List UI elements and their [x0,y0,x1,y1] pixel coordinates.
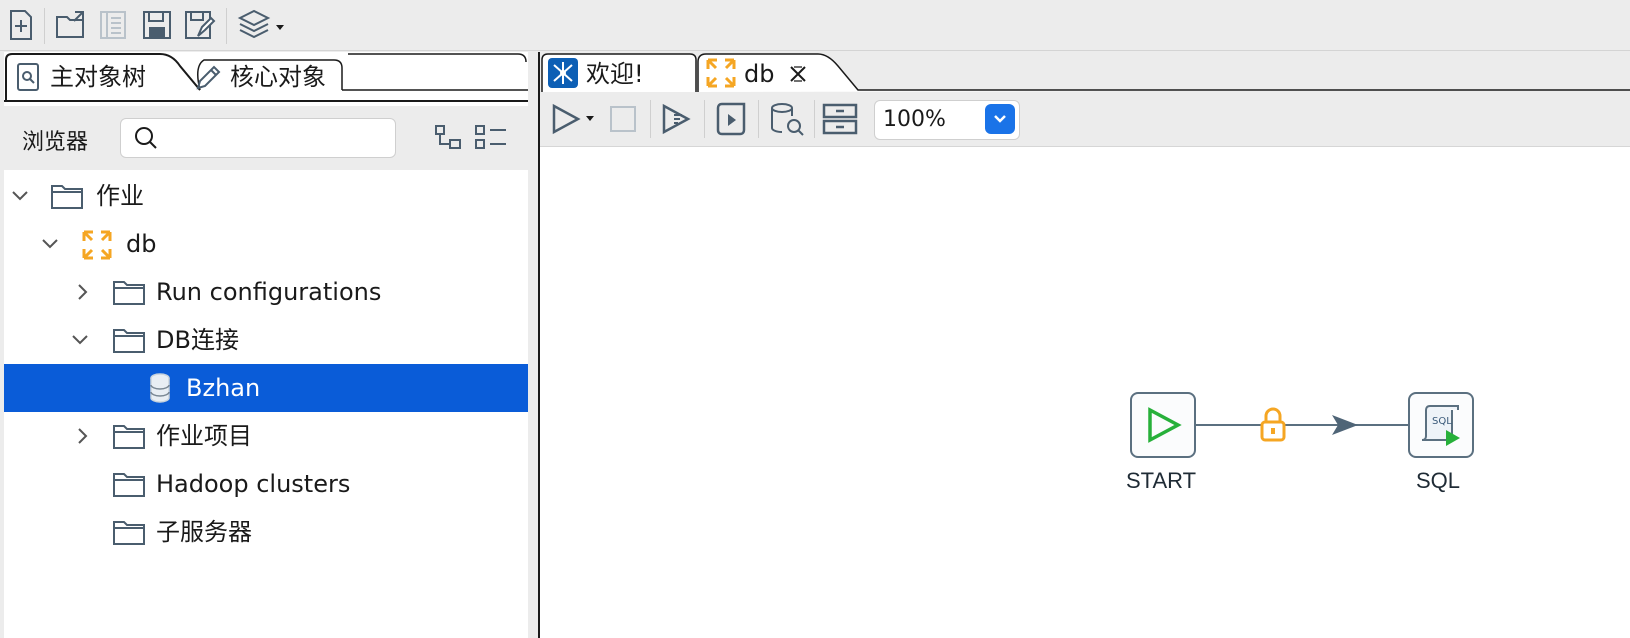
sql-node-label: SQL [1416,468,1461,493]
svg-text:SQL: SQL [1432,416,1452,427]
tab-main-tree-label: 主对象树 [50,63,146,91]
job-icon [82,230,112,260]
zoom-dropdown-button[interactable] [985,104,1015,134]
search-field[interactable] [120,118,396,158]
tree-item-label: 作业 [96,182,144,210]
toolbar-separator [44,8,45,44]
tree-item-label: 子服务器 [156,518,252,546]
open-folder-icon[interactable] [54,8,88,42]
tab-db-label: db [744,60,775,88]
tree-item-run-configurations[interactable]: Run configurations [4,268,528,316]
toolbar-separator [814,100,815,138]
sql-node[interactable]: SQL [1408,392,1474,458]
tree-item-slave-servers[interactable]: 子服务器 [4,508,528,556]
layout-grid-icon[interactable] [822,102,858,136]
layers-icon[interactable] [236,8,288,42]
chevron-right-icon[interactable] [72,282,92,302]
editor-tab-bar: 欢迎! db [540,52,1630,92]
pencil-icon [196,65,221,90]
new-file-icon[interactable] [4,8,38,42]
editor-panel: 欢迎! db 100% START SQL SQL [538,52,1630,638]
script-icon[interactable] [714,100,750,138]
start-node[interactable] [1130,392,1196,458]
tree-item-job-entries[interactable]: 作业项目 [4,412,528,460]
start-play-icon [1148,407,1182,443]
tab-db[interactable]: db [702,56,832,90]
job-icon [706,58,736,88]
toolbar-separator [650,100,651,138]
browser-label: 浏览器 [22,130,89,155]
tree-item-label: Bzhan [186,374,261,402]
tree-item-db[interactable]: db [4,220,528,268]
collapse-all-icon[interactable] [474,124,508,152]
tree-item-db-connections[interactable]: DB连接 [4,316,528,364]
chevron-down-icon[interactable] [10,186,30,206]
tree-item-jobs[interactable]: 作业 [4,172,528,220]
database-icon [150,373,170,403]
folder-icon [113,521,145,545]
start-node-label: START [1126,468,1197,493]
chevron-right-icon[interactable] [72,426,92,446]
preview-run-icon[interactable] [660,102,696,136]
main-toolbar [0,0,1630,51]
folder-icon [113,425,145,449]
search-input[interactable] [165,123,391,153]
welcome-icon [548,58,578,88]
chevron-down-icon[interactable] [40,234,60,254]
left-tab-bar: 主对象树 核心对象 [4,52,528,102]
lock-icon [1260,407,1286,442]
tab-welcome-label: 欢迎! [586,60,644,88]
tree-item-label: Run configurations [156,278,382,306]
object-tree-panel: 主对象树 核心对象 浏览器 作业 db Run configurations D… [4,52,528,638]
tree-item-label: Hadoop clusters [156,470,351,498]
save-icon[interactable] [140,8,174,42]
chevron-down-icon [994,115,1006,123]
tab-core-objects[interactable]: 核心对象 [192,60,342,94]
folder-icon [51,185,83,209]
toolbar-separator [226,8,227,44]
sql-explore-icon[interactable] [768,100,806,138]
explore-repo-icon[interactable] [96,8,130,42]
job-canvas[interactable]: START SQL SQL [548,148,1630,638]
tab-welcome[interactable]: 欢迎! [546,56,694,90]
tab-main-tree[interactable]: 主对象树 [12,60,182,94]
toolbar-separator [704,100,705,138]
tree-item-label: 作业项目 [156,422,252,450]
toolbar-separator [758,100,759,138]
folder-icon [113,473,145,497]
folder-icon [113,281,145,305]
editor-toolbar: 100% [540,92,1630,147]
main-tree-icon [17,63,39,91]
zoom-select[interactable]: 100% [874,100,1020,140]
tree-item-bzhan[interactable]: Bzhan [4,364,528,412]
browser-search-row: 浏览器 [4,106,528,170]
hop-connector[interactable] [1194,403,1408,447]
object-tree: 作业 db Run configurations DB连接 Bzhan 作业项目… [4,172,528,638]
zoom-value: 100% [883,107,946,132]
folder-icon [113,329,145,353]
expand-all-icon[interactable] [434,124,464,152]
run-icon[interactable] [550,102,598,136]
chevron-down-icon[interactable] [70,330,90,350]
tab-core-objects-label: 核心对象 [230,63,326,91]
sql-script-icon: SQL [1421,405,1460,446]
search-icon [135,127,157,149]
tree-item-label: db [126,230,157,258]
save-as-icon[interactable] [182,8,216,42]
close-icon[interactable] [788,64,808,84]
stop-icon[interactable] [608,104,638,134]
tree-item-label: DB连接 [156,326,239,354]
tree-item-hadoop-clusters[interactable]: Hadoop clusters [4,460,528,508]
